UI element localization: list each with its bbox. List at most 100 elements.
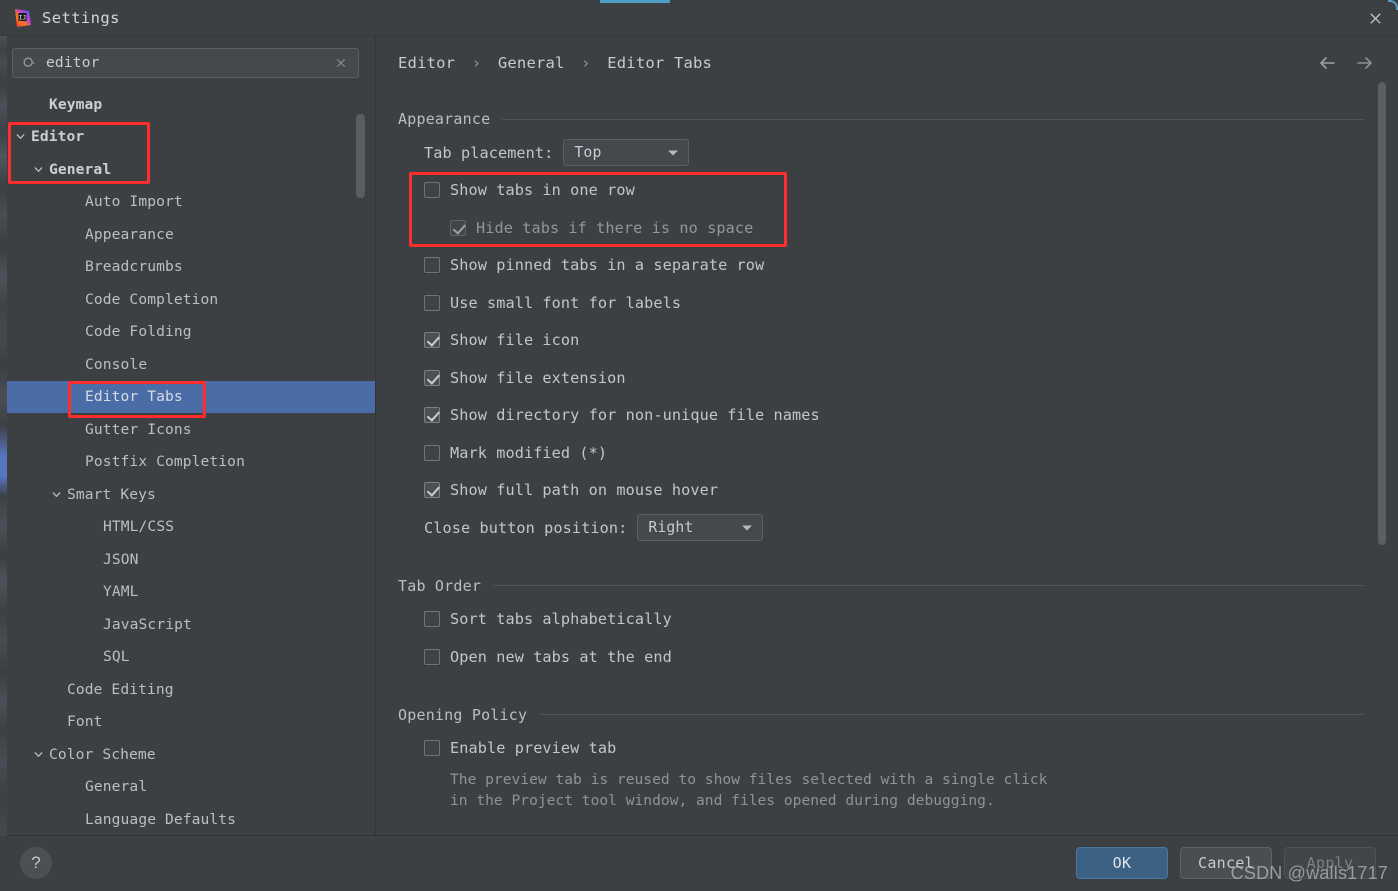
checkbox-mark-modified[interactable]: Mark modified (*) xyxy=(398,434,1364,472)
breadcrumb-part-editor[interactable]: Editor xyxy=(398,54,455,72)
sidebar-item-console[interactable]: Console xyxy=(0,348,375,381)
sidebar-item-general[interactable]: General xyxy=(0,771,375,804)
close-button-position-select[interactable]: Right xyxy=(637,514,764,542)
sidebar-item-editor-tabs[interactable]: Editor Tabs xyxy=(0,380,375,413)
intellij-idea-logo-icon: IJ xyxy=(12,8,32,28)
sidebar-item-sql[interactable]: SQL xyxy=(0,641,375,674)
sidebar-item-label: Code Completion xyxy=(85,290,219,308)
checkbox-label: Use small font for labels xyxy=(450,293,682,312)
sidebar-item-yaml[interactable]: YAML xyxy=(0,576,375,609)
checkbox-show-full-path-on-mouse-hover[interactable]: Show full path on mouse hover xyxy=(398,472,1364,510)
sidebar-item-font[interactable]: Font xyxy=(0,706,375,739)
tab-order-checkbox-list: Sort tabs alphabetically Open new tabs at… xyxy=(398,601,1364,676)
sidebar-item-editor[interactable]: Editor xyxy=(0,121,375,154)
search-box[interactable] xyxy=(12,48,359,78)
sidebar-item-json[interactable]: JSON xyxy=(0,543,375,576)
checkbox-label: Hide tabs if there is no space xyxy=(476,218,754,237)
sidebar-item-code-completion[interactable]: Code Completion xyxy=(0,283,375,316)
sidebar-item-smart-keys[interactable]: Smart Keys xyxy=(0,478,375,511)
preview-tab-description: The preview tab is reused to show files … xyxy=(398,769,1364,811)
group-title-appearance: Appearance xyxy=(398,110,491,128)
checkbox-icon[interactable] xyxy=(424,482,440,499)
arrow-left-icon[interactable] xyxy=(1316,52,1338,74)
sidebar-item-html-css[interactable]: HTML/CSS xyxy=(0,511,375,544)
checkbox-icon[interactable] xyxy=(424,444,440,461)
chevron-down-icon[interactable] xyxy=(32,748,45,761)
sidebar-item-code-folding[interactable]: Code Folding xyxy=(0,316,375,349)
sidebar-item-label: Editor Tabs xyxy=(85,388,183,406)
group-divider xyxy=(502,118,1364,120)
search-input[interactable] xyxy=(37,55,328,71)
breadcrumb-part-general[interactable]: General xyxy=(498,54,565,72)
settings-sidebar: Keymap Editor General Auto Import Appearance… xyxy=(0,36,376,855)
sidebar-item-gutter-icons[interactable]: Gutter Icons xyxy=(0,413,375,446)
checkbox-icon[interactable] xyxy=(424,182,440,199)
cancel-button[interactable]: Cancel xyxy=(1180,847,1272,879)
group-divider xyxy=(493,585,1364,586)
checkbox-hide-tabs-if-there-is-no-space: Hide tabs if there is no space xyxy=(398,209,1364,247)
checkbox-icon[interactable] xyxy=(424,369,440,386)
sidebar-item-breadcrumbs[interactable]: Breadcrumbs xyxy=(0,251,375,284)
arrow-right-icon[interactable] xyxy=(1354,52,1376,74)
clear-icon[interactable] xyxy=(328,50,354,76)
checkbox-icon[interactable] xyxy=(424,611,440,628)
sidebar-item-label: Editor xyxy=(31,128,85,146)
close-button-position-label: Close button position: xyxy=(424,518,628,537)
sidebar-item-auto-import[interactable]: Auto Import xyxy=(0,186,375,219)
checkbox-show-file-icon[interactable]: Show file icon xyxy=(398,322,1364,360)
sidebar-item-language-defaults[interactable]: Language Defaults xyxy=(0,803,375,836)
checkbox-label: Show file icon xyxy=(450,331,580,350)
sidebar-item-label: Breadcrumbs xyxy=(85,258,183,276)
checkbox-icon xyxy=(450,219,466,236)
tab-placement-select[interactable]: Top xyxy=(563,139,690,167)
background-window-strip xyxy=(0,36,7,836)
checkbox-icon[interactable] xyxy=(424,648,440,665)
sidebar-item-label: Appearance xyxy=(85,225,174,243)
sidebar-item-javascript[interactable]: JavaScript xyxy=(0,608,375,641)
navigation-buttons xyxy=(1316,52,1376,74)
checkbox-show-file-extension[interactable]: Show file extension xyxy=(398,359,1364,397)
checkbox-sort-tabs-alphabetically[interactable]: Sort tabs alphabetically xyxy=(398,601,1364,639)
sidebar-item-appearance[interactable]: Appearance xyxy=(0,218,375,251)
sidebar-item-label: Postfix Completion xyxy=(85,453,245,471)
tab-placement-value: Top xyxy=(574,144,602,162)
checkbox-icon[interactable] xyxy=(424,740,440,757)
checkbox-open-new-tabs-at-the-end[interactable]: Open new tabs at the end xyxy=(398,638,1364,676)
sidebar-scrollbar-thumb[interactable] xyxy=(356,114,365,198)
sidebar-item-color-scheme[interactable]: Color Scheme xyxy=(0,738,375,771)
breadcrumb: Editor › General › Editor Tabs xyxy=(398,54,712,72)
sidebar-item-keymap[interactable]: Keymap xyxy=(0,88,375,121)
group-header-appearance: Appearance xyxy=(398,110,1364,128)
checkbox-enable-preview-tab[interactable]: Enable preview tab xyxy=(398,730,1364,768)
sidebar-item-label: HTML/CSS xyxy=(103,518,175,536)
sidebar-item-label: General xyxy=(85,778,148,796)
group-title-tab-order: Tab Order xyxy=(398,576,482,595)
chevron-down-icon[interactable] xyxy=(50,488,63,501)
sidebar-item-general[interactable]: General xyxy=(0,153,375,186)
ok-button[interactable]: OK xyxy=(1076,847,1168,879)
checkbox-icon[interactable] xyxy=(424,294,440,311)
settings-content: Appearance Tab placement: Top Show tabs … xyxy=(376,88,1398,855)
dialog-action-buttons: OK Cancel Apply xyxy=(1076,847,1376,879)
tab-placement-label: Tab placement: xyxy=(424,143,554,162)
checkbox-show-pinned-tabs-in-a-separate-row[interactable]: Show pinned tabs in a separate row xyxy=(398,247,1364,285)
checkbox-show-directory-for-non-unique-file-names[interactable]: Show directory for non-unique file names xyxy=(398,397,1364,435)
apply-button: Apply xyxy=(1284,847,1376,879)
checkbox-icon[interactable] xyxy=(424,257,440,274)
checkbox-label: Show file extension xyxy=(450,368,626,387)
checkbox-icon[interactable] xyxy=(424,332,440,349)
help-button[interactable]: ? xyxy=(20,847,52,879)
sidebar-item-label: Smart Keys xyxy=(67,485,156,503)
checkbox-show-tabs-in-one-row[interactable]: Show tabs in one row xyxy=(398,172,1364,210)
sidebar-item-postfix-completion[interactable]: Postfix Completion xyxy=(0,446,375,479)
sidebar-item-label: JavaScript xyxy=(103,615,192,633)
checkbox-icon[interactable] xyxy=(424,407,440,424)
checkbox-label: Mark modified (*) xyxy=(450,443,608,462)
chevron-down-icon[interactable] xyxy=(14,130,27,143)
sidebar-item-label: General xyxy=(49,160,112,178)
main-scrollbar-thumb[interactable] xyxy=(1378,82,1386,545)
checkbox-use-small-font-for-labels[interactable]: Use small font for labels xyxy=(398,284,1364,322)
chevron-down-icon xyxy=(668,150,679,156)
sidebar-item-code-editing[interactable]: Code Editing xyxy=(0,673,375,706)
chevron-down-icon[interactable] xyxy=(32,163,45,176)
